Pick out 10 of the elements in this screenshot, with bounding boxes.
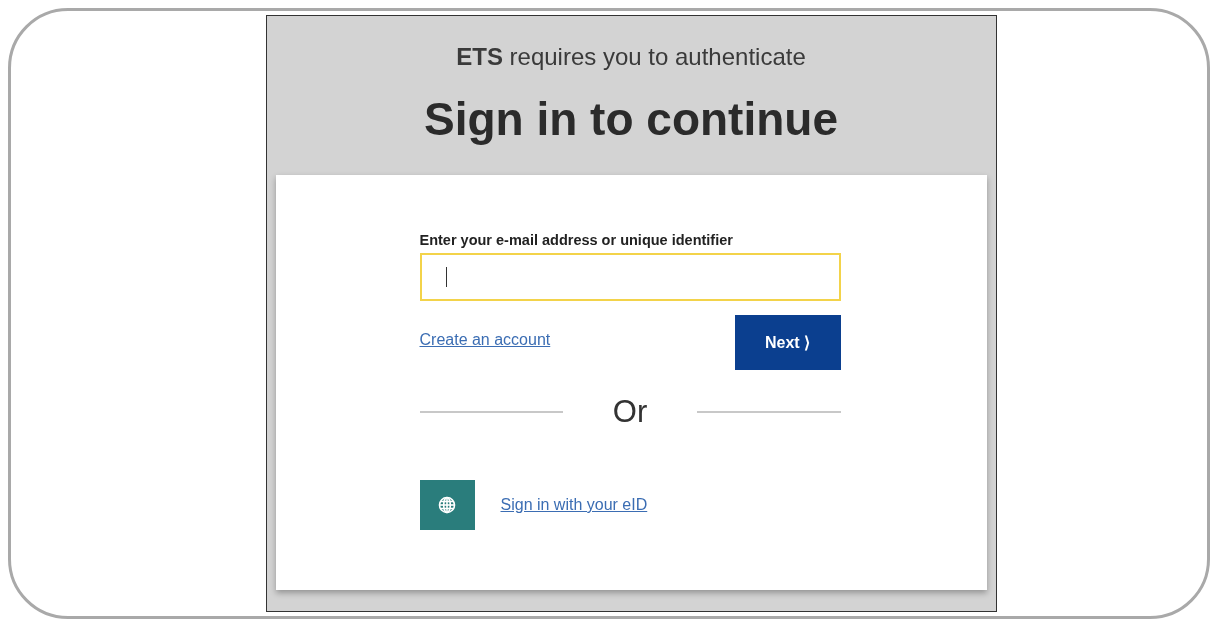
globe-icon[interactable] [419,480,475,530]
create-account-link[interactable]: Create an account [419,331,551,349]
input-field[interactable] [419,253,841,301]
field-label: Enter your e-mail address or unique identifier [419,231,734,249]
divider-text: Or [612,394,648,430]
subtitle: ETS requires you to authenticate [456,42,806,72]
eid-link[interactable]: Sign in with your eID [500,496,648,514]
text-cursor [445,267,447,287]
next-button[interactable]: Next ⟩ [734,315,841,370]
page-title: Sign in to continue [424,92,838,147]
